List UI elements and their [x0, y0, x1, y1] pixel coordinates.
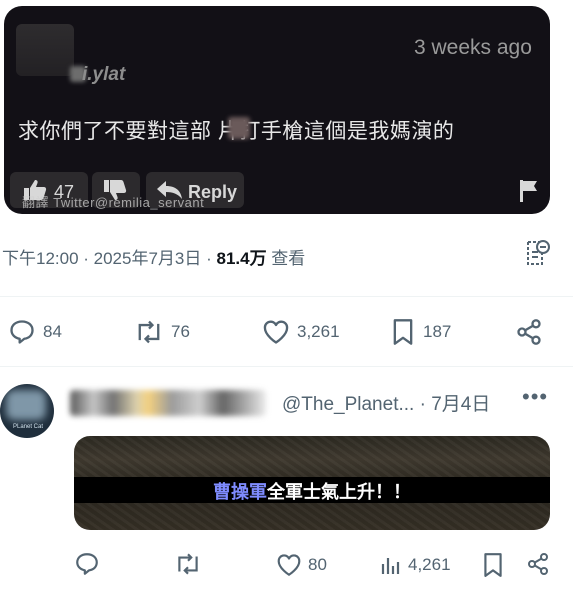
bookmark-icon [393, 319, 413, 345]
comment-timestamp: 3 weeks ago [414, 36, 532, 59]
reply-icon[interactable] [74, 551, 100, 577]
heart-icon [263, 320, 289, 344]
reply-view-count: 4,261 [408, 555, 451, 574]
commenter-username: i.ylat [82, 64, 126, 85]
divider [0, 296, 573, 297]
avatar-blur [6, 390, 46, 420]
like-button[interactable]: 3,261 [262, 316, 340, 348]
translation-watermark: 翻譯 Twitter@remilia_servant [22, 195, 205, 210]
subtitle-highlight: 曹操軍 [213, 482, 267, 502]
reply-like-button[interactable]: 80 [276, 550, 327, 580]
bookmark-icon[interactable] [482, 552, 504, 578]
flag-icon [520, 180, 537, 202]
censor-blur [228, 117, 250, 139]
reply-like-count: 80 [308, 555, 327, 574]
video-subtitle: 曹操軍全軍士氣上升！！ [74, 478, 550, 504]
share-icon[interactable] [526, 552, 550, 576]
reply-count: 84 [43, 322, 62, 341]
like-count: 3,261 [297, 322, 340, 341]
repost-icon[interactable] [174, 551, 202, 577]
reply-button[interactable]: 84 [8, 316, 62, 348]
reply-author-avatar[interactable]: PLanet Cat [0, 384, 54, 438]
grok-analyze-icon[interactable] [524, 238, 550, 268]
reply-icon [10, 320, 34, 344]
heart-icon [277, 554, 301, 576]
share-icon[interactable] [515, 318, 543, 346]
reply-author-handle: @The_Planet... [282, 394, 415, 415]
repost-count: 76 [171, 322, 190, 341]
reply-author-name-blur[interactable] [70, 390, 266, 416]
repost-button[interactable]: 76 [134, 316, 190, 348]
post-time: 下午12:00 · 2025年7月3日 · [2, 249, 217, 268]
commenter-avatar [16, 24, 74, 76]
more-options-icon[interactable]: ••• [522, 384, 548, 410]
view-count: 81.4万 [216, 249, 267, 268]
subtitle-text: 全軍士氣上升！！ [267, 482, 411, 502]
repost-icon [138, 320, 160, 344]
view-label: 查看 [266, 249, 306, 268]
avatar-caption: PLanet Cat [13, 424, 44, 430]
reply-date: · 7月4日 [414, 394, 491, 415]
reply-views-button[interactable]: 4,261 [380, 550, 451, 580]
divider [0, 366, 573, 367]
analytics-icon [381, 558, 400, 574]
comment-screenshot-card: i.ylat 3 weeks ago 求你們了不要對這部 片打手槍這個是我媽演的… [4, 6, 550, 214]
reply-author-meta[interactable]: @The_Planet... · 7月4日 [282, 389, 490, 416]
post-meta: 下午12:00 · 2025年7月3日 · 81.4万 查看 [2, 244, 305, 269]
bookmark-button[interactable]: 187 [390, 316, 451, 348]
bookmark-count: 187 [423, 322, 452, 341]
